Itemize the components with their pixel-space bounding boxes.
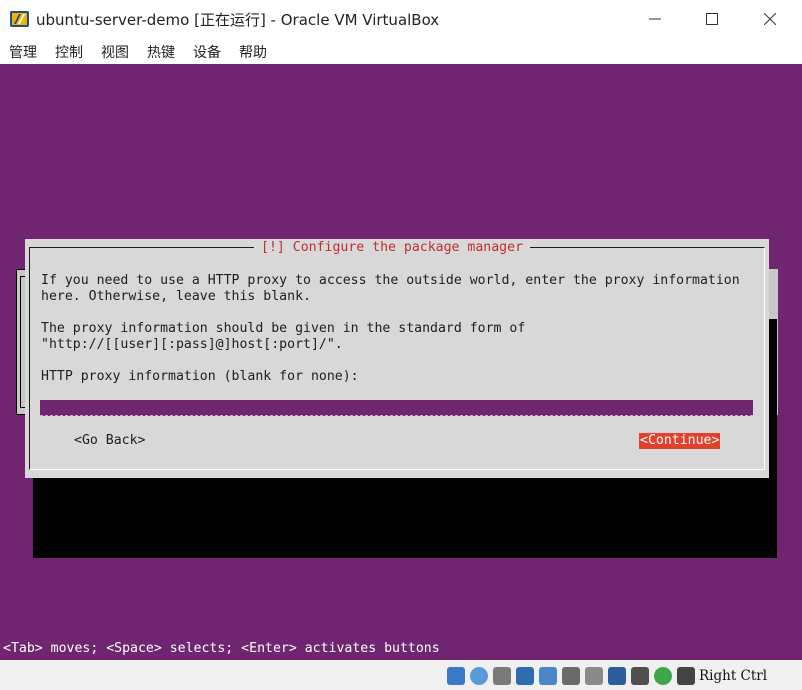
maximize-icon bbox=[706, 13, 718, 25]
network-icon[interactable] bbox=[516, 667, 534, 685]
menu-item-hotkeys[interactable]: 热键 bbox=[147, 42, 175, 62]
shared-folders-icon[interactable] bbox=[562, 667, 580, 685]
window-title-bar[interactable]: ubuntu-server-demo [正在运行] - Oracle VM Vi… bbox=[0, 0, 802, 38]
maximize-button[interactable] bbox=[689, 4, 735, 34]
configure-package-manager-dialog: [!] Configure the package manager If you… bbox=[25, 239, 769, 478]
menu-item-devices[interactable]: 设备 bbox=[193, 42, 221, 62]
dialog-text-line: here. Otherwise, leave this blank. bbox=[41, 289, 311, 304]
menu-item-help[interactable]: 帮助 bbox=[239, 42, 267, 62]
audio-icon[interactable] bbox=[493, 667, 511, 685]
proxy-field-label: HTTP proxy information (blank for none): bbox=[41, 369, 359, 384]
host-key-label: Right Ctrl bbox=[699, 668, 768, 684]
dialog-text-line: "http://[[user][:pass]@]host[:port]/". bbox=[41, 337, 343, 352]
usb-icon[interactable] bbox=[539, 667, 557, 685]
hard-disk-icon[interactable] bbox=[447, 667, 465, 685]
installer-help-line: <Tab> moves; <Space> selects; <Enter> ac… bbox=[3, 641, 440, 656]
recording-icon[interactable] bbox=[631, 667, 649, 685]
minimize-icon bbox=[649, 18, 661, 20]
menu-bar: 管理 控制 视图 热键 设备 帮助 bbox=[0, 38, 802, 64]
dialog-text-line: If you need to use a HTTP proxy to acces… bbox=[41, 273, 740, 288]
window-title: ubuntu-server-demo [正在运行] - Oracle VM Vi… bbox=[36, 11, 440, 29]
minimize-button[interactable] bbox=[632, 4, 678, 34]
video-capture-icon[interactable] bbox=[608, 667, 626, 685]
virtualbox-icon bbox=[10, 9, 29, 29]
optical-drive-icon[interactable] bbox=[470, 667, 488, 685]
status-bar: Right Ctrl bbox=[0, 660, 802, 690]
dialog-text-line: The proxy information should be given in… bbox=[41, 321, 526, 336]
close-icon bbox=[764, 13, 776, 25]
menu-item-manage[interactable]: 管理 bbox=[9, 42, 37, 62]
close-button[interactable] bbox=[747, 4, 793, 34]
mouse-integration-icon[interactable] bbox=[677, 667, 695, 685]
go-back-button[interactable]: <Go Back> bbox=[74, 433, 145, 449]
vm-screen[interactable]: [!] Configure the package manager If you… bbox=[0, 64, 802, 660]
menu-item-control[interactable]: 控制 bbox=[55, 42, 83, 62]
http-proxy-input[interactable] bbox=[40, 400, 753, 416]
display-icon[interactable] bbox=[585, 667, 603, 685]
menu-item-view[interactable]: 视图 bbox=[101, 42, 129, 62]
dialog-title: [!] Configure the package manager bbox=[254, 240, 531, 256]
cpu-icon[interactable] bbox=[654, 667, 672, 685]
continue-button[interactable]: <Continue> bbox=[639, 433, 721, 449]
